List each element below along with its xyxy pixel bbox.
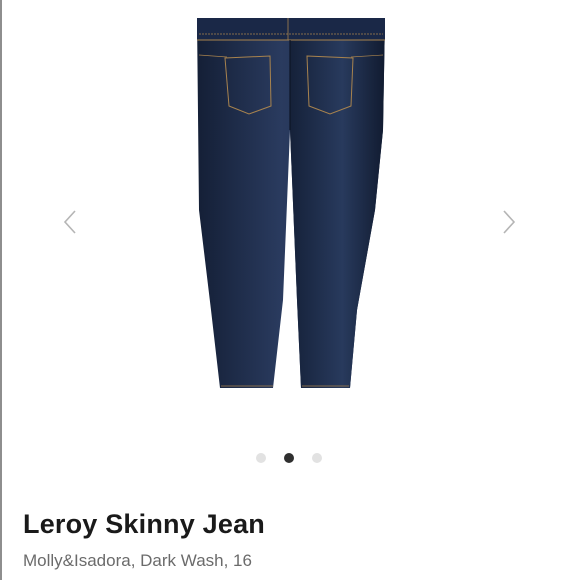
product-image <box>197 18 385 388</box>
product-subtitle: Molly&Isadora, Dark Wash, 16 <box>23 551 252 570</box>
carousel-dot-3[interactable] <box>312 453 322 463</box>
carousel-dot-2[interactable] <box>284 453 294 463</box>
image-carousel[interactable] <box>0 0 580 490</box>
chevron-right-icon <box>503 210 516 234</box>
carousel-pagination <box>256 453 322 463</box>
carousel-dot-1[interactable] <box>256 453 266 463</box>
next-image-button[interactable] <box>496 207 522 237</box>
chevron-left-icon <box>63 210 76 234</box>
product-title: Leroy Skinny Jean <box>23 509 265 539</box>
previous-image-button[interactable] <box>57 207 83 237</box>
